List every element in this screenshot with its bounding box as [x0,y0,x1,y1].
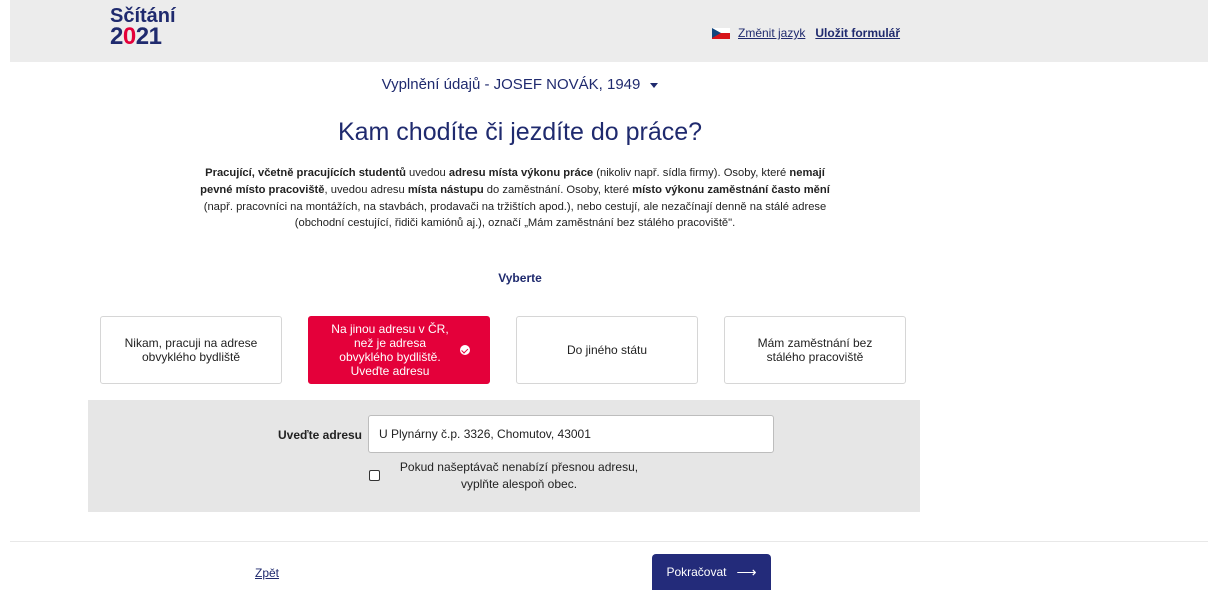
chevron-down-icon[interactable] [650,82,659,88]
footer-divider [10,541,1208,542]
fallback-address-checkbox-label[interactable]: Pokud našeptávač nenabízí přesnou adresu… [384,459,654,492]
option-other-address-cz[interactable]: Na jinou adresu v ČR, než je adresa obvy… [308,316,490,384]
person-selector-label: Vyplnění údajů - JOSEF NOVÁK, 1949 [381,76,641,93]
option-home-address[interactable]: Nikam, pracuji na adrese obvyklého bydli… [100,316,282,384]
fallback-address-checkbox[interactable] [369,470,380,481]
instructions-text: Pracující, včetně pracujících studentů u… [200,167,830,230]
change-language-link[interactable]: Změnit jazyk [738,26,805,40]
option-label: Do jiného státu [566,343,648,357]
option-label: Mám zaměstnání bez stálého pracoviště [757,336,873,364]
option-label: Na jinou adresu v ČR, než je adresa obvy… [331,322,449,378]
save-form-link[interactable]: Uložit formulář [815,26,900,40]
back-link[interactable]: Zpět [255,566,279,580]
arrow-right-icon: ⟶ [736,563,757,580]
czech-flag-icon [712,27,730,39]
address-input[interactable] [368,415,774,453]
choose-label: Vyberte [498,271,542,285]
person-selector[interactable]: Vyplnění údajů - JOSEF NOVÁK, 1949 [0,76,1040,93]
header-bar: Sčítání 2021 [10,0,1208,62]
check-circle-icon [460,345,470,355]
scitani-2021-logo[interactable]: Sčítání 2021 [110,6,176,49]
option-other-country[interactable]: Do jiného státu [516,316,698,384]
header-actions: Změnit jazyk Uložit formulář [712,26,900,40]
option-label: Nikam, pracuji na adrese obvyklého bydli… [124,336,258,364]
option-no-fixed-workplace[interactable]: Mám zaměstnání bez stálého pracoviště [724,316,906,384]
logo-year: 2021 [110,23,162,50]
address-label: Uveďte adresu [278,428,362,442]
continue-button-label: Pokračovat [666,565,727,579]
page-title: Kam chodíte či jezdíte do práce? [337,118,703,146]
